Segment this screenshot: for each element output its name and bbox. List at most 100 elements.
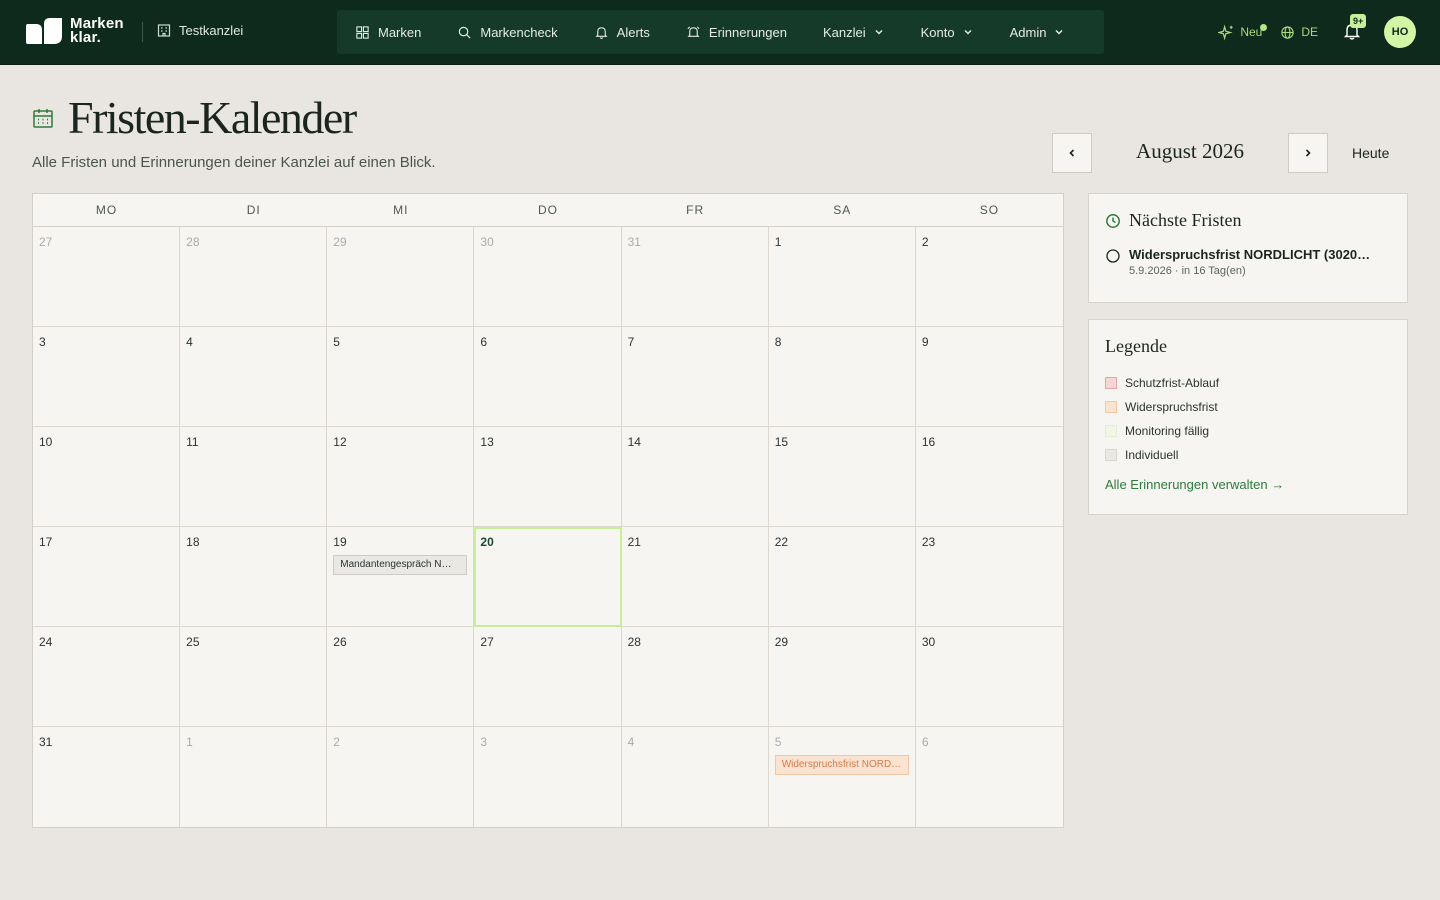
nav-konto-label: Konto xyxy=(920,24,955,40)
calendar-day[interactable]: 4 xyxy=(180,327,328,427)
day-number: 11 xyxy=(186,435,199,449)
calendar-day[interactable]: 6 xyxy=(474,327,622,427)
calendar-day[interactable]: 9 xyxy=(915,327,1063,427)
nav-erinnerungen[interactable]: Erinnerungen xyxy=(668,10,805,54)
news-label: Neu xyxy=(1240,25,1263,39)
legend-item: Individuell xyxy=(1105,443,1391,467)
deadline-item[interactable]: Widerspruchsfrist NORDLICHT (3020… 5.9.2… xyxy=(1105,247,1391,277)
day-number: 5 xyxy=(774,735,782,749)
notifications-button[interactable]: 9+ xyxy=(1342,14,1367,43)
calendar-day[interactable]: 6 xyxy=(915,727,1063,827)
language-switcher[interactable]: DE xyxy=(1280,25,1318,40)
weekday-label: SO xyxy=(979,203,1000,217)
main-nav: Marken Markencheck Alerts Erinnerungen K… xyxy=(337,10,1104,54)
calendar-day[interactable]: 27 xyxy=(474,627,622,727)
deadline-name: Widerspruchsfrist NORDLICHT (3020… xyxy=(1129,247,1371,262)
calendar-day[interactable]: 1 xyxy=(768,227,916,327)
calendar-day[interactable]: 23 xyxy=(915,527,1063,627)
calendar-day[interactable]: 26 xyxy=(327,627,475,727)
nav-alerts[interactable]: Alerts xyxy=(576,10,668,54)
calendar-day[interactable]: 3 xyxy=(33,327,181,427)
calendar-day[interactable]: 14 xyxy=(621,427,769,527)
weekday-header-row: MO DI MI DO FR SA SO xyxy=(33,194,1063,227)
calendar-day[interactable]: 27 xyxy=(33,227,181,327)
calendar-day[interactable]: 13 xyxy=(474,427,622,527)
calendar-event-individual[interactable]: Mandantengespräch N… xyxy=(333,555,468,575)
calendar-day[interactable]: 30 xyxy=(915,627,1063,727)
day-number: 24 xyxy=(39,635,53,649)
legend-swatch xyxy=(1105,401,1117,413)
day-number: 18 xyxy=(186,535,200,549)
calendar-day[interactable]: 2 xyxy=(327,727,475,827)
brand-line-2: klar. xyxy=(70,29,102,46)
calendar-day[interactable]: 17 xyxy=(33,527,181,627)
calendar-day[interactable]: 2 xyxy=(915,227,1063,327)
calendar-day[interactable]: 15 xyxy=(768,427,916,527)
firm-switcher[interactable]: Testkanzlei xyxy=(156,22,243,38)
building-icon xyxy=(157,24,171,37)
nav-kanzlei-label: Kanzlei xyxy=(822,24,866,40)
calendar-day[interactable]: 7 xyxy=(621,327,769,427)
nav-kanzlei[interactable]: Kanzlei xyxy=(805,10,903,54)
calendar-day[interactable]: 29 xyxy=(768,627,916,727)
next-month-button[interactable] xyxy=(1288,133,1328,173)
nav-alerts-label: Alerts xyxy=(616,24,650,40)
day-number: 8 xyxy=(774,335,782,349)
calendar-day[interactable]: 24 xyxy=(33,627,181,727)
calendar-day[interactable]: 21 xyxy=(621,527,769,627)
firm-name: Testkanzlei xyxy=(179,22,244,38)
calendar-day-today[interactable]: 20 xyxy=(474,527,622,627)
brand-logo[interactable]: Marken klar. xyxy=(24,16,124,46)
today-button[interactable]: Heute xyxy=(1352,145,1389,161)
day-number: 23 xyxy=(921,535,936,549)
calendar-day[interactable]: 31 xyxy=(621,227,769,327)
day-number: 1 xyxy=(774,235,782,249)
calendar-day[interactable]: 19 Mandantengespräch N… xyxy=(327,527,475,627)
user-avatar[interactable]: HO xyxy=(1384,16,1416,48)
day-number: 28 xyxy=(186,235,200,249)
legend-label: Individuell xyxy=(1125,448,1179,462)
calendar-day[interactable]: 11 xyxy=(180,427,328,527)
month-navigation: August 2026 Heute xyxy=(1052,133,1408,173)
nav-marken-label: Marken xyxy=(378,24,422,40)
day-number: 17 xyxy=(39,535,53,549)
calendar-day[interactable]: 10 xyxy=(33,427,181,527)
nav-konto[interactable]: Konto xyxy=(903,10,992,54)
calendar-day[interactable]: 16 xyxy=(915,427,1063,527)
calendar-day[interactable]: 22 xyxy=(768,527,916,627)
day-number: 6 xyxy=(480,335,488,349)
day-number: 15 xyxy=(774,435,789,449)
calendar-day[interactable]: 1 xyxy=(180,727,328,827)
sparkle-icon xyxy=(1218,24,1233,40)
nav-admin[interactable]: Admin xyxy=(992,10,1084,54)
calendar-day[interactable]: 31 xyxy=(33,727,181,827)
nav-marken[interactable]: Marken xyxy=(337,10,439,54)
legend-swatch xyxy=(1105,377,1117,389)
upcoming-deadlines-card: Nächste Fristen Widerspruchsfrist NORDLI… xyxy=(1088,193,1408,303)
previous-month-button[interactable] xyxy=(1052,133,1092,173)
calendar-day[interactable]: 4 xyxy=(621,727,769,827)
calendar-event-opposition[interactable]: Widerspruchsfrist NORD… xyxy=(774,755,909,775)
legend-card: Legende Schutzfrist-Ablauf Widerspruchsfr… xyxy=(1088,319,1408,515)
legend-label: Schutzfrist-Ablauf xyxy=(1125,376,1220,390)
calendar-day[interactable]: 25 xyxy=(180,627,328,727)
calendar-day[interactable]: 3 xyxy=(474,727,622,827)
day-number: 19 xyxy=(333,535,347,549)
news-button[interactable]: Neu xyxy=(1218,23,1268,41)
page-header: Fristen-Kalender Alle Fristen und Erinne… xyxy=(32,92,436,171)
clock-icon xyxy=(1106,213,1120,228)
calendar-day[interactable]: 30 xyxy=(474,227,622,327)
calendar-day[interactable]: 18 xyxy=(180,527,328,627)
calendar-day[interactable]: 29 xyxy=(327,227,475,327)
alarm-icon xyxy=(687,25,700,37)
manage-reminders-link[interactable]: Alle Erinnerungen verwalten → xyxy=(1105,477,1391,492)
weekday-label: DI xyxy=(246,203,261,217)
calendar-day[interactable]: 12 xyxy=(327,427,475,527)
nav-markencheck[interactable]: Markencheck xyxy=(439,10,575,54)
calendar-day[interactable]: 28 xyxy=(180,227,328,327)
calendar-day[interactable]: 28 xyxy=(621,627,769,727)
calendar-day[interactable]: 8 xyxy=(768,327,916,427)
calendar-day[interactable]: 5 Widerspruchsfrist NORD… xyxy=(768,727,916,827)
calendar-day[interactable]: 5 xyxy=(327,327,475,427)
legend-item: Widerspruchsfrist xyxy=(1105,395,1391,419)
